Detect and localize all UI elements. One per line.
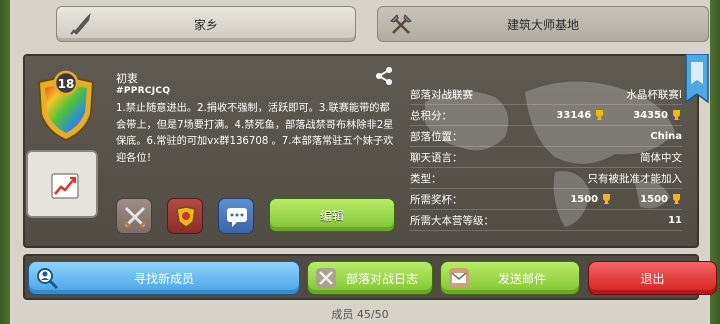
- clan-info-table: 部落对战联赛 水晶杯联赛I 总积分： 33146 34350 部落位置： Chi…: [410, 84, 682, 231]
- share-icon[interactable]: [374, 66, 394, 86]
- clan-rank-button[interactable]: [167, 198, 203, 234]
- trophy-icon: [603, 194, 611, 204]
- member-count: 成员 45/50: [331, 308, 389, 321]
- clan-chat-button[interactable]: [218, 198, 254, 234]
- chat-language-value: 简体中文: [640, 151, 682, 164]
- info-row-location: 部落位置： China: [410, 126, 682, 147]
- medal-icon: [176, 206, 196, 228]
- required-trophies-home: 1500: [570, 193, 599, 205]
- crossed-axes-icon: [390, 14, 412, 34]
- tab-home[interactable]: 家乡: [56, 6, 356, 42]
- bookmark-ribbon-icon[interactable]: [684, 54, 710, 104]
- war-log-icon: [316, 268, 336, 288]
- tab-builder-base[interactable]: 建筑大师基地: [377, 6, 709, 42]
- townhall-value: 11: [668, 214, 682, 226]
- location-value: China: [650, 130, 682, 142]
- clan-stats-button[interactable]: [26, 150, 98, 218]
- clan-description: 1.禁止随意进出。2.捐收不强制，活跃即可。3.联赛能带的都会带上，但是7场要打…: [116, 103, 394, 164]
- chat-language-label: 聊天语言：: [410, 151, 463, 164]
- info-row-type: 类型： 只有被批准才能加入: [410, 168, 682, 189]
- league-value: 水晶杯联赛I: [626, 88, 682, 101]
- find-new-members-label: 寻找新成员: [133, 271, 194, 286]
- clan-badge: 18: [37, 70, 95, 142]
- edit-button[interactable]: 编辑: [269, 198, 395, 232]
- leave-clan-label: 退出: [640, 271, 665, 286]
- crossed-swords-icon: [123, 206, 147, 229]
- info-row-points: 总积分： 33146 34350: [410, 105, 682, 126]
- type-value: 只有被批准才能加入: [587, 172, 683, 185]
- send-mail-button[interactable]: 发送邮件: [440, 261, 580, 295]
- edit-button-label: 编辑: [319, 208, 344, 223]
- info-row-required-trophies: 所需奖杯： 1500 1500: [410, 189, 682, 210]
- clan-name: 初衷: [116, 72, 138, 85]
- info-row-league: 部落对战联赛 水晶杯联赛I: [410, 84, 682, 105]
- mail-icon: [449, 268, 469, 288]
- trophy-icon: [673, 110, 680, 120]
- send-mail-label: 发送邮件: [497, 271, 546, 286]
- clan-level: 18: [58, 77, 75, 91]
- townhall-label: 所需大本营等级：: [410, 214, 494, 227]
- trophy-icon: [673, 194, 680, 204]
- tab-builder-label: 建筑大师基地: [506, 17, 579, 32]
- leave-clan-button[interactable]: 退出: [588, 261, 717, 295]
- find-new-members-button[interactable]: 寻找新成员: [28, 261, 300, 295]
- location-label: 部落位置：: [410, 130, 463, 143]
- chat-bubble-icon: [227, 208, 247, 227]
- required-trophies-builder: 1500: [640, 193, 668, 205]
- clan-war-button[interactable]: [116, 198, 152, 234]
- war-log-button[interactable]: 部落对战日志: [307, 261, 433, 295]
- info-row-townhall-level: 所需大本营等级： 11: [410, 210, 682, 231]
- type-label: 类型：: [410, 172, 442, 185]
- info-row-chat-language: 聊天语言： 简体中文: [410, 147, 682, 168]
- tab-home-label: 家乡: [193, 17, 218, 32]
- trophy-icon: [596, 110, 604, 120]
- league-label: 部落对战联赛: [410, 88, 473, 101]
- sword-icon: [70, 12, 91, 35]
- search-person-icon: [37, 268, 59, 290]
- clan-tag: #PPRCJCQ: [116, 86, 171, 96]
- required-trophies-label: 所需奖杯：: [410, 193, 463, 206]
- points-builder-value: 34350: [633, 109, 668, 121]
- points-label: 总积分：: [410, 109, 452, 122]
- points-home-value: 33146: [556, 109, 592, 121]
- war-log-label: 部落对战日志: [345, 271, 418, 286]
- chart-icon: [51, 173, 79, 199]
